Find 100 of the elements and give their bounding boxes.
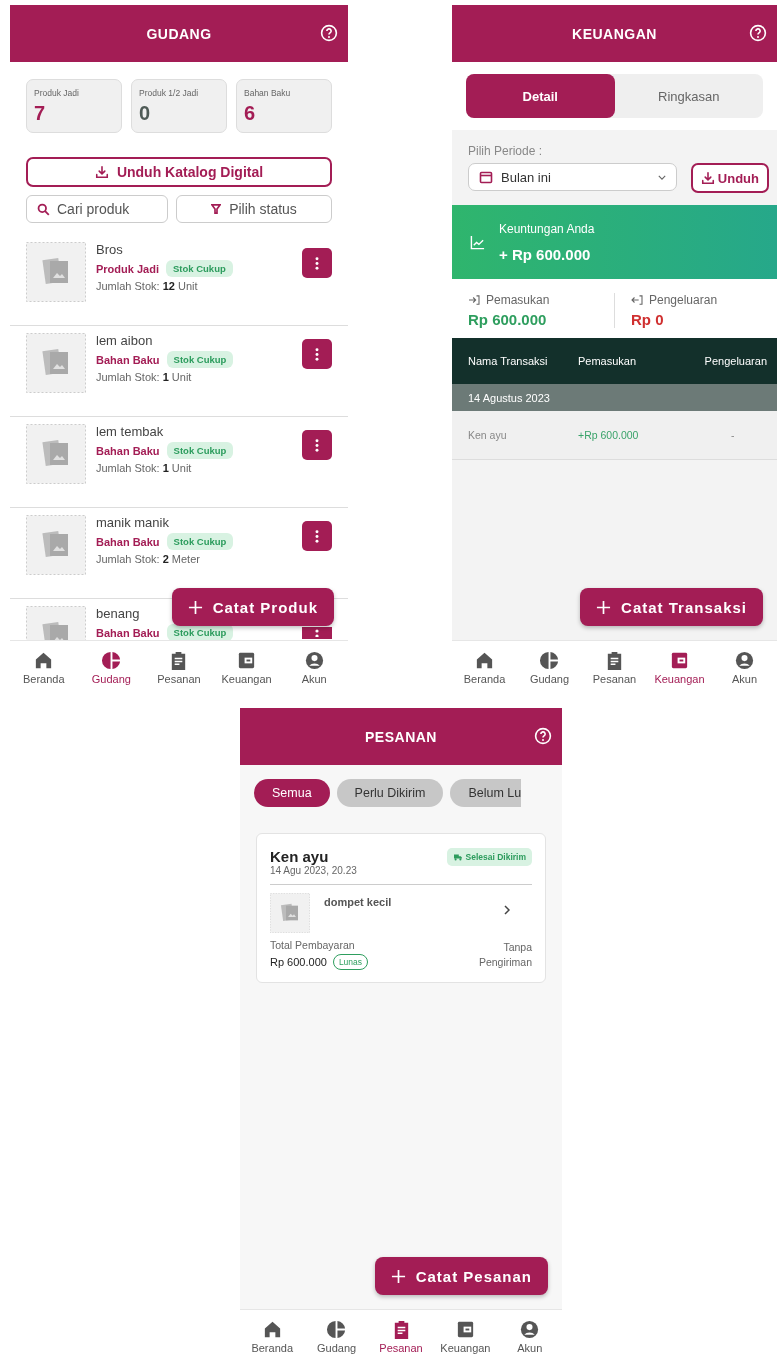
nav-tab[interactable]: Pesanan [582, 641, 647, 693]
plus-icon [390, 1268, 406, 1284]
add-button[interactable]: Catat Transaksi [580, 588, 763, 626]
column-header: Nama Transaksi [467, 355, 549, 367]
stat-value: 6 [244, 102, 257, 125]
arrow-in-icon [468, 295, 480, 305]
more-options-button[interactable] [302, 430, 332, 460]
nav-tab[interactable]: Gudang [517, 641, 582, 693]
screen-title: KEUANGAN [572, 25, 657, 42]
status-filter-button[interactable]: Pilih status [176, 195, 332, 223]
pie-chart-icon [100, 649, 122, 671]
add-button[interactable]: Catat Produk [171, 588, 334, 626]
pie-chart-icon [539, 649, 560, 671]
pie-chart-icon [326, 1318, 348, 1340]
table-cell-text: Ken ayu [467, 429, 508, 441]
truck-icon [452, 853, 463, 861]
view-tab[interactable]: Ringkasan [614, 74, 763, 118]
nav-tab[interactable]: Beranda [452, 641, 517, 693]
stock-quantity: Jumlah Stok: 1 Unit [96, 371, 192, 383]
nav-tab[interactable]: Akun [712, 641, 777, 693]
filter-chip[interactable]: Semua [254, 779, 330, 807]
calendar-icon [479, 170, 493, 184]
more-options-button[interactable] [302, 521, 332, 551]
stock-quantity: Jumlah Stok: 12 Unit [96, 280, 198, 292]
image-placeholder-icon [26, 515, 86, 575]
order-card[interactable]: Ken ayu 14 Agu 2023, 20.23 Selesai Dikirim dompet kecil Total Pembayaran Rp 600.000 Lunas Tanpa Pengiriman [256, 833, 546, 983]
order-status-badge: Selesai Dikirim [446, 848, 532, 866]
profit-label: Keuntungan Anda [499, 221, 595, 236]
item-name: dompet kecil [324, 896, 393, 908]
screen-title: GUDANG [146, 25, 212, 42]
stock-status-badge: Stok Cukup [166, 624, 234, 640]
nav-tab[interactable]: Pesanan [368, 1310, 434, 1362]
shipping-method: Tanpa Pengiriman [477, 939, 532, 970]
nav-tab[interactable]: Keuangan [433, 1310, 498, 1362]
stat-label: Produk Jadi [34, 88, 80, 98]
stat-value: 0 [139, 102, 152, 125]
account-icon [303, 649, 325, 671]
product-category: Bahan Baku [96, 626, 160, 639]
more-options-button[interactable] [302, 248, 332, 278]
stat-value: 7 [34, 102, 47, 125]
filter-chip[interactable]: Perlu Dikirim [336, 779, 444, 807]
nav-tab[interactable]: Beranda [10, 641, 78, 693]
more-options-button[interactable] [302, 339, 332, 369]
nav-tab[interactable]: Akun [280, 641, 348, 693]
period-label: Pilih Periode : [468, 144, 544, 158]
plus-icon [596, 599, 612, 615]
download-catalog-button[interactable]: Unduh Katalog Digital [26, 157, 332, 187]
more-icon [315, 347, 319, 361]
table-cell-text: - [730, 429, 736, 441]
screen-title: PESANAN [365, 728, 437, 745]
filter-icon [211, 204, 222, 214]
stat-label: Bahan Baku [244, 88, 292, 98]
date-group-header: 14 Agustus 2023 [452, 384, 777, 411]
nav-tab[interactable]: Keuangan [647, 641, 712, 693]
nav-tab[interactable]: Beranda [240, 1310, 305, 1362]
arrow-out-icon [631, 295, 643, 305]
image-placeholder-icon [26, 242, 86, 302]
nav-tab[interactable]: Keuangan [212, 641, 281, 693]
search-field[interactable]: Cari produk [26, 195, 168, 223]
help-icon[interactable] [320, 24, 338, 42]
product-category: Bahan Baku [96, 444, 160, 457]
period-dropdown[interactable]: Bulan ini [468, 163, 677, 191]
total-amount: Rp 600.000 [270, 956, 327, 968]
expense-amount: Rp 0 [631, 311, 665, 328]
account-icon [519, 1318, 541, 1340]
expense-label: Pengeluaran [631, 293, 777, 307]
help-icon[interactable] [749, 24, 767, 42]
more-icon [315, 438, 319, 452]
product-name: lem tembak [96, 424, 164, 439]
stock-status-badge: Stok Cukup [166, 533, 234, 550]
profit-amount: + Rp 600.000 [499, 245, 592, 263]
nav-tab[interactable]: Gudang [77, 641, 146, 693]
view-tab[interactable]: Detail [466, 74, 615, 118]
more-options-button[interactable] [302, 627, 332, 639]
stock-status-badge: Stok Cukup [166, 442, 234, 459]
nav-tab[interactable]: Pesanan [145, 641, 213, 693]
product-category: Bahan Baku [96, 353, 160, 366]
total-label: Total Pembayaran [270, 939, 356, 951]
column-header: Pemasukan [578, 355, 638, 367]
image-placeholder-icon [270, 893, 310, 933]
account-icon [734, 649, 755, 671]
download-button[interactable]: Unduh [690, 163, 769, 193]
chevron-right-icon [504, 905, 510, 915]
stat-label: Produk 1/2 Jadi [139, 88, 200, 98]
image-placeholder-icon [26, 424, 86, 484]
column-header: Pengeluaran [703, 355, 768, 367]
product-name: lem aibon [96, 333, 153, 348]
product-name: Bros [96, 242, 123, 257]
filter-chip[interactable]: Belum Lu [450, 779, 522, 807]
nav-tab[interactable]: Gudang [304, 1310, 369, 1362]
add-button[interactable]: Catat Pesanan [374, 1257, 548, 1295]
table-cell-text: +Rp 600.000 [578, 429, 640, 441]
plus-icon [187, 599, 203, 615]
nav-tab[interactable]: Akun [497, 1310, 562, 1362]
more-icon [315, 629, 319, 637]
stock-quantity: Jumlah Stok: 1 Unit [96, 462, 192, 474]
chevron-down-icon [657, 174, 666, 180]
product-name: benang [96, 606, 140, 621]
help-icon[interactable] [534, 727, 552, 745]
product-category: Bahan Baku [96, 535, 160, 548]
